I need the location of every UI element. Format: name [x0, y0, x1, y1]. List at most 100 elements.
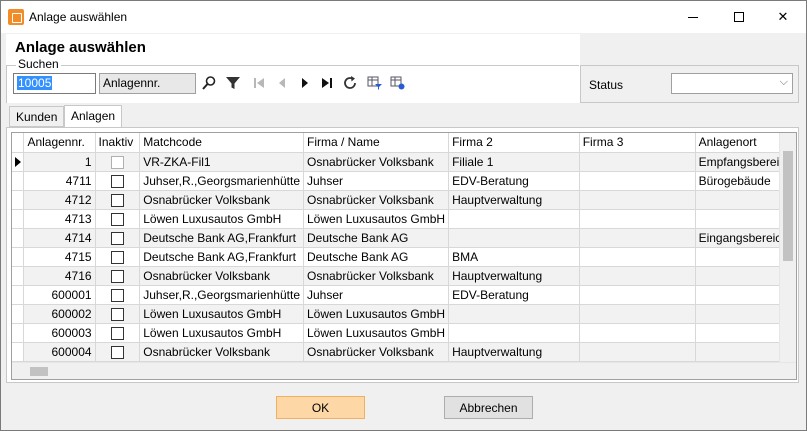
- cell-matchcode[interactable]: Löwen Luxusautos GmbH: [139, 323, 304, 343]
- tab-kunden[interactable]: Kunden: [9, 106, 65, 127]
- cell-anlagennr[interactable]: 4711: [23, 171, 96, 191]
- cell-firma[interactable]: Osnabrücker Volksbank: [303, 190, 450, 210]
- inaktiv-checkbox[interactable]: [110, 231, 124, 245]
- cell-matchcode[interactable]: VR-ZKA-Fil1: [139, 152, 304, 172]
- table-row[interactable]: 600002 Löwen Luxusautos GmbH Löwen Luxusau…: [12, 304, 796, 324]
- cell-matchcode[interactable]: Juhser,R.,Georgsmarienhütte: [139, 171, 304, 191]
- search-field-select[interactable]: Anlagennr.: [99, 73, 196, 94]
- table-row[interactable]: 4716 Osnabrücker Volksbank Osnabrücker Vol…: [12, 266, 796, 286]
- cell-firma3[interactable]: [579, 190, 696, 210]
- cell-firma3[interactable]: [579, 228, 696, 248]
- row-header[interactable]: [12, 171, 25, 191]
- cell-firma3[interactable]: [579, 266, 696, 286]
- cell-anlagennr[interactable]: 600004: [23, 342, 96, 362]
- cell-firma[interactable]: Löwen Luxusautos GmbH: [303, 209, 450, 229]
- cancel-button[interactable]: Abbrechen: [444, 396, 533, 419]
- previous-record-icon[interactable]: [272, 73, 292, 93]
- inaktiv-checkbox[interactable]: [110, 155, 124, 169]
- cell-firma[interactable]: Juhser: [303, 171, 450, 191]
- row-header[interactable]: [12, 285, 25, 305]
- cell-firma3[interactable]: [579, 152, 696, 172]
- table-row[interactable]: 600001 Juhser,R.,Georgsmarienhütte Juhser E…: [12, 285, 796, 305]
- cell-firma3[interactable]: [579, 209, 696, 229]
- minimize-button[interactable]: [670, 1, 716, 33]
- cell-firma[interactable]: Osnabrücker Volksbank: [303, 342, 450, 362]
- inaktiv-checkbox[interactable]: [110, 174, 124, 188]
- cell-firma2[interactable]: Hauptverwaltung: [448, 266, 580, 286]
- cell-firma[interactable]: Osnabrücker Volksbank: [303, 152, 450, 172]
- cell-firma[interactable]: Juhser: [303, 285, 450, 305]
- cell-firma3[interactable]: [579, 247, 696, 267]
- row-header[interactable]: [12, 152, 25, 172]
- cell-firma[interactable]: Löwen Luxusautos GmbH: [303, 323, 450, 343]
- inaktiv-checkbox[interactable]: [110, 326, 124, 340]
- ok-button[interactable]: OK: [276, 396, 365, 419]
- cell-firma2[interactable]: [448, 323, 580, 343]
- cell-firma2[interactable]: Hauptverwaltung: [448, 342, 580, 362]
- cell-firma2[interactable]: EDV-Beratung: [448, 171, 580, 191]
- cell-firma3[interactable]: [579, 304, 696, 324]
- horizontal-scroll-thumb[interactable]: [30, 367, 48, 376]
- cell-anlagennr[interactable]: 600001: [23, 285, 96, 305]
- cell-matchcode[interactable]: Osnabrücker Volksbank: [139, 342, 304, 362]
- row-header[interactable]: [12, 342, 25, 362]
- table-row[interactable]: 4713 Löwen Luxusautos GmbH Löwen Luxusauto…: [12, 209, 796, 229]
- table-row[interactable]: 600003 Löwen Luxusautos GmbH Löwen Luxusau…: [12, 323, 796, 343]
- table-row[interactable]: 4715 Deutsche Bank AG,Frankfurt Deutsche B…: [12, 247, 796, 267]
- cell-firma[interactable]: Löwen Luxusautos GmbH: [303, 304, 450, 324]
- cell-firma2[interactable]: [448, 209, 580, 229]
- cell-matchcode[interactable]: Deutsche Bank AG,Frankfurt: [139, 247, 304, 267]
- cell-anlagennr[interactable]: 1: [23, 152, 96, 172]
- table-settings-icon[interactable]: [388, 73, 408, 93]
- vertical-scrollbar[interactable]: [779, 133, 796, 364]
- search-icon[interactable]: [199, 73, 219, 93]
- table-filter-icon[interactable]: [365, 73, 385, 93]
- search-input[interactable]: 10005: [13, 73, 96, 94]
- cell-firma2[interactable]: BMA: [448, 247, 580, 267]
- close-button[interactable]: ✕: [760, 1, 806, 33]
- vertical-scroll-thumb[interactable]: [783, 151, 793, 261]
- cell-firma2[interactable]: [448, 228, 580, 248]
- inaktiv-checkbox[interactable]: [110, 345, 124, 359]
- cell-firma[interactable]: Osnabrücker Volksbank: [303, 266, 450, 286]
- cell-anlagennr[interactable]: 4715: [23, 247, 96, 267]
- cell-matchcode[interactable]: Osnabrücker Volksbank: [139, 266, 304, 286]
- row-header[interactable]: [12, 190, 25, 210]
- table-row[interactable]: 4712 Osnabrücker Volksbank Osnabrücker Vol…: [12, 190, 796, 210]
- row-header[interactable]: [12, 228, 25, 248]
- status-select[interactable]: ⌵: [671, 73, 793, 94]
- table-row[interactable]: 1 VR-ZKA-Fil1 Osnabrücker Volksbank Filiale…: [12, 152, 796, 172]
- column-header[interactable]: Matchcode: [139, 133, 304, 153]
- refresh-icon[interactable]: [340, 73, 360, 93]
- cell-matchcode[interactable]: Osnabrücker Volksbank: [139, 190, 304, 210]
- cell-matchcode[interactable]: Löwen Luxusautos GmbH: [139, 209, 304, 229]
- inaktiv-checkbox[interactable]: [110, 250, 124, 264]
- cell-matchcode[interactable]: Juhser,R.,Georgsmarienhütte: [139, 285, 304, 305]
- column-header[interactable]: Firma 3: [579, 133, 696, 153]
- column-header[interactable]: Firma 2: [448, 133, 580, 153]
- column-header[interactable]: Anlagennr.: [23, 133, 96, 153]
- cell-firma2[interactable]: Filiale 1: [448, 152, 580, 172]
- row-header[interactable]: [12, 323, 25, 343]
- cell-anlagennr[interactable]: 4713: [23, 209, 96, 229]
- cell-anlagennr[interactable]: 600003: [23, 323, 96, 343]
- next-record-icon[interactable]: [295, 73, 315, 93]
- cell-firma2[interactable]: [448, 304, 580, 324]
- maximize-button[interactable]: [716, 1, 762, 33]
- row-header[interactable]: [12, 304, 25, 324]
- table-row[interactable]: 4711 Juhser,R.,Georgsmarienhütte Juhser EDV…: [12, 171, 796, 191]
- inaktiv-checkbox[interactable]: [110, 269, 124, 283]
- tab-anlagen[interactable]: Anlagen: [64, 105, 123, 128]
- column-header[interactable]: Inaktiv: [95, 133, 141, 153]
- row-header[interactable]: [12, 247, 25, 267]
- cell-firma[interactable]: Deutsche Bank AG: [303, 228, 450, 248]
- last-record-icon[interactable]: [317, 73, 337, 93]
- cell-anlagennr[interactable]: 4714: [23, 228, 96, 248]
- cell-firma2[interactable]: Hauptverwaltung: [448, 190, 580, 210]
- cell-matchcode[interactable]: Deutsche Bank AG,Frankfurt: [139, 228, 304, 248]
- cell-anlagennr[interactable]: 4716: [23, 266, 96, 286]
- cell-anlagennr[interactable]: 4712: [23, 190, 96, 210]
- table-row[interactable]: 600004 Osnabrücker Volksbank Osnabrücker V…: [12, 342, 796, 362]
- cell-firma3[interactable]: [579, 285, 696, 305]
- first-record-icon[interactable]: [249, 73, 269, 93]
